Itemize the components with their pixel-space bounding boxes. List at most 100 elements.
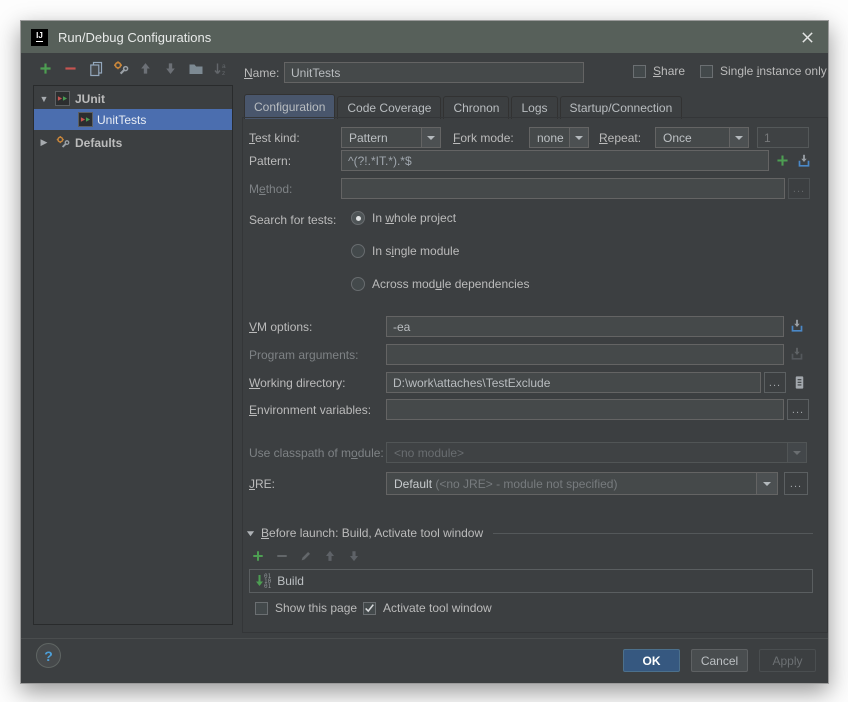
show-this-page-checkbox[interactable] xyxy=(255,601,268,615)
move-up-icon xyxy=(325,550,334,561)
section-divider xyxy=(493,532,813,534)
move-down-icon xyxy=(349,550,358,561)
fork-mode-combobox[interactable]: none xyxy=(529,127,589,148)
radio-row-across-modules: Across module dependencies xyxy=(351,277,529,291)
insert-macro-button[interactable] xyxy=(789,372,809,393)
test-kind-combobox[interactable]: Pattern xyxy=(341,127,441,148)
single-module-radio[interactable] xyxy=(351,244,365,258)
run-debug-configurations-dialog: IJ Run/Debug Configurations az ▼ JUnit U… xyxy=(20,20,829,684)
before-launch-header[interactable]: Before launch: Build, Activate tool wind… xyxy=(246,526,813,540)
expanded-triangle-icon[interactable]: ▼ xyxy=(38,94,50,104)
expand-field-icon xyxy=(798,154,809,167)
tab-startup-connection[interactable]: Startup/Connection xyxy=(559,96,683,119)
move-up-button[interactable] xyxy=(137,60,154,77)
defaults-wrench-icon xyxy=(55,135,70,150)
copy-icon xyxy=(89,61,102,76)
junit-config-icon xyxy=(55,91,70,106)
add-configuration-button[interactable] xyxy=(37,60,54,77)
tree-item-label: Defaults xyxy=(75,135,123,150)
edit-task-button[interactable] xyxy=(298,548,313,563)
svg-text:z: z xyxy=(222,70,225,77)
move-task-up-button[interactable] xyxy=(322,548,337,563)
tab-chronon[interactable]: Chronon xyxy=(443,96,510,119)
method-input[interactable] xyxy=(341,178,785,199)
chevron-down-icon xyxy=(793,450,801,455)
remove-icon xyxy=(276,554,287,557)
whole-project-label: In whole project xyxy=(372,211,457,225)
single-instance-label: Single instance only xyxy=(720,64,827,78)
before-launch-task-list: 01 10 01 Build xyxy=(249,569,813,593)
tree-item-label: JUnit xyxy=(75,91,105,106)
before-launch-toolbar xyxy=(250,548,361,563)
tree-item-defaults-group[interactable]: ▶ Defaults xyxy=(34,132,232,153)
vm-options-input[interactable] xyxy=(386,316,784,337)
share-checkbox[interactable] xyxy=(633,64,646,78)
cancel-button[interactable]: Cancel xyxy=(691,649,748,672)
build-icon: 01 10 01 xyxy=(255,573,271,589)
apply-button[interactable]: Apply xyxy=(759,649,816,672)
tree-item-unittests[interactable]: UnitTests xyxy=(34,109,232,130)
expand-pattern-button[interactable] xyxy=(794,151,813,170)
copy-configuration-button[interactable] xyxy=(87,60,104,77)
combo-arrow-button[interactable] xyxy=(729,128,748,147)
expand-program-arguments-button-disabled[interactable] xyxy=(787,344,807,364)
tab-configuration[interactable]: Configuration xyxy=(244,94,336,119)
combo-arrow-button[interactable] xyxy=(569,128,588,147)
jre-label: JRE: xyxy=(249,477,276,491)
help-button[interactable]: ? xyxy=(36,643,61,668)
move-down-button[interactable] xyxy=(162,60,179,77)
tab-logs[interactable]: Logs xyxy=(511,96,558,119)
working-directory-input[interactable] xyxy=(386,372,761,393)
remove-configuration-button[interactable] xyxy=(62,60,79,77)
sort-configurations-button[interactable]: az xyxy=(212,60,229,77)
move-up-icon xyxy=(141,63,150,74)
chevron-down-icon xyxy=(575,135,583,140)
titlebar: IJ Run/Debug Configurations xyxy=(21,21,828,53)
chevron-down-icon xyxy=(735,135,743,140)
single-instance-checkbox[interactable] xyxy=(700,64,713,78)
environment-variables-input[interactable] xyxy=(386,399,784,420)
add-pattern-button[interactable] xyxy=(773,151,792,170)
repeat-combobox[interactable]: Once xyxy=(655,127,749,148)
share-label: Share xyxy=(653,64,686,78)
expand-vm-options-button[interactable] xyxy=(787,316,807,336)
activate-tool-window-checkbox[interactable] xyxy=(363,601,376,615)
expand-field-icon xyxy=(791,347,803,360)
jre-value-note: (<no JRE> - module not specified) xyxy=(435,476,618,491)
combo-arrow-button[interactable] xyxy=(421,128,440,147)
program-arguments-input[interactable] xyxy=(386,344,784,365)
method-browse-button[interactable]: ... xyxy=(788,178,810,199)
close-icon[interactable] xyxy=(796,26,818,48)
move-task-down-button[interactable] xyxy=(346,548,361,563)
name-input[interactable] xyxy=(284,62,584,83)
search-for-tests-label: Search for tests: xyxy=(249,213,337,227)
ok-button[interactable]: OK xyxy=(623,649,680,672)
edit-defaults-button[interactable] xyxy=(112,60,129,77)
across-modules-radio[interactable] xyxy=(351,277,365,291)
move-down-icon xyxy=(166,63,175,74)
program-arguments-label: Program arguments: xyxy=(249,348,359,362)
classpath-module-value: <no module> xyxy=(394,445,465,460)
desktop-background: IJ Run/Debug Configurations az ▼ JUnit U… xyxy=(0,0,848,702)
radio-row-single-module: In single module xyxy=(351,244,459,258)
remove-icon xyxy=(65,67,76,70)
classpath-module-combobox[interactable]: <no module> xyxy=(386,442,807,463)
tree-item-junit-group[interactable]: ▼ JUnit xyxy=(34,88,232,109)
jre-value: Default (<no JRE> - module not specified… xyxy=(387,477,756,491)
jre-combobox[interactable]: Default (<no JRE> - module not specified… xyxy=(386,472,778,495)
task-item-build[interactable]: Build xyxy=(277,574,304,588)
combo-arrow-button[interactable] xyxy=(756,473,777,494)
remove-task-button[interactable] xyxy=(274,548,289,563)
environment-variables-browse-button[interactable]: ... xyxy=(787,399,809,420)
single-instance-checkbox-row: Single instance only xyxy=(700,64,827,78)
whole-project-radio[interactable] xyxy=(351,211,365,225)
combo-arrow-button[interactable] xyxy=(787,443,806,462)
working-directory-browse-button[interactable]: ... xyxy=(764,372,786,393)
add-task-button[interactable] xyxy=(250,548,265,563)
collapsed-triangle-icon[interactable]: ▶ xyxy=(38,137,50,148)
jre-browse-button[interactable]: ... xyxy=(784,472,808,495)
tab-code-coverage[interactable]: Code Coverage xyxy=(337,96,442,119)
repeat-count-input[interactable] xyxy=(757,127,809,148)
pattern-input[interactable] xyxy=(341,150,769,171)
create-folder-button[interactable] xyxy=(187,60,204,77)
